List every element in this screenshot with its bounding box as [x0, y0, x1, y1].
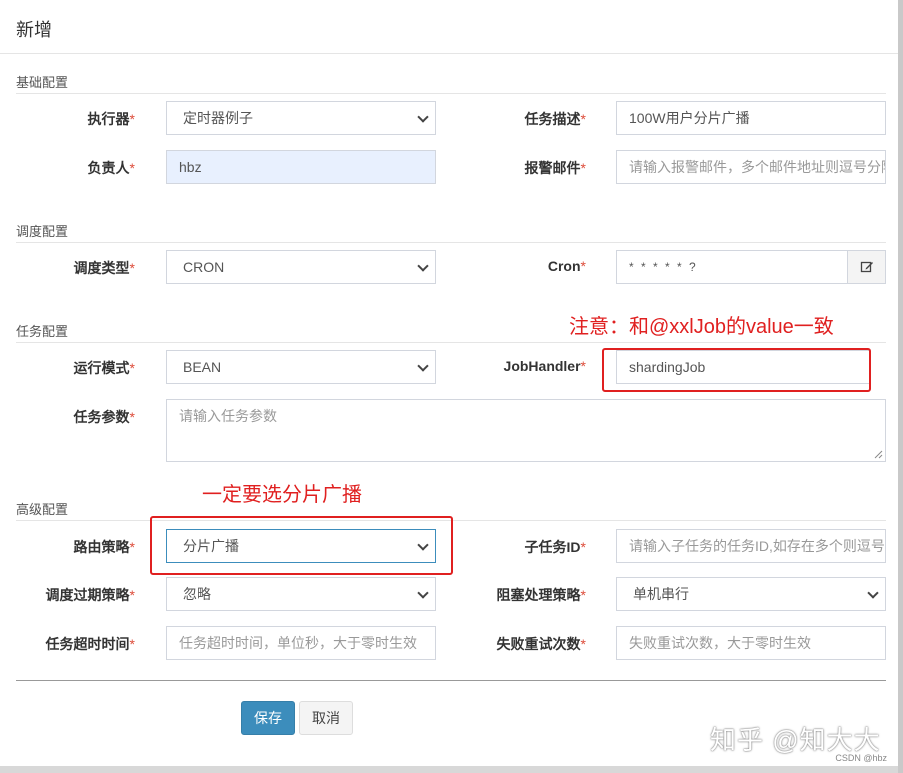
section-schedule: 调度配置 [16, 221, 886, 243]
child-job-id-label: 子任务ID* [524, 539, 586, 555]
job-desc-input[interactable]: 100W用户分片广播 [616, 101, 886, 135]
block-strategy-label: 阻塞处理策略* [496, 587, 586, 603]
misfire-strategy-label: 调度过期策略* [45, 587, 135, 603]
zhihu-watermark: 知乎 @知大大 [710, 725, 881, 755]
executor-label: 执行器* [87, 111, 135, 127]
handler-highlight-box [602, 348, 871, 392]
handler-annotation: 注意：和@xxlJob的value一致 [569, 316, 834, 338]
job-param-textarea[interactable]: 请输入任务参数 [166, 399, 886, 462]
alarm-email-label: 报警邮件* [524, 160, 586, 176]
save-button[interactable]: 保存 [241, 701, 295, 735]
window-right-edge [898, 0, 903, 773]
child-job-id-input[interactable]: 请输入子任务的任务ID,如存在多个则逗号分隔 [616, 529, 886, 563]
cron-edit-button[interactable] [847, 250, 886, 284]
job-handler-label: JobHandler* [503, 358, 586, 374]
section-basic: 基础配置 [16, 72, 886, 94]
block-strategy-select[interactable]: 单机串行 [616, 577, 886, 611]
modal-title: 新增 [16, 20, 52, 40]
timeout-label: 任务超时时间* [45, 636, 135, 652]
modal-header: 新增 [0, 0, 903, 54]
author-label: 负责人* [87, 160, 135, 176]
cron-input[interactable]: * * * * * ? [616, 250, 848, 284]
chevron-down-icon [867, 587, 879, 599]
run-mode-label: 运行模式* [73, 360, 135, 376]
window-bottom-edge [0, 766, 903, 773]
csdn-watermark: CSDN @hbz [835, 753, 887, 763]
fail-retry-label: 失败重试次数* [496, 636, 586, 652]
job-param-label: 任务参数* [73, 409, 135, 425]
route-strategy-label: 路由策略* [73, 539, 135, 555]
fail-retry-input[interactable]: 失败重试次数，大于零时生效 [616, 626, 886, 660]
schedule-type-label: 调度类型* [73, 260, 135, 276]
alarm-email-input[interactable]: 请输入报警邮件，多个邮件地址则逗号分隔 [616, 150, 886, 184]
resize-grip-icon[interactable] [873, 449, 883, 459]
job-desc-label: 任务描述* [524, 111, 586, 127]
cron-label: Cron* [547, 258, 586, 274]
footer-divider [16, 680, 886, 681]
cancel-button[interactable]: 取消 [299, 701, 353, 735]
edit-icon [860, 261, 873, 273]
